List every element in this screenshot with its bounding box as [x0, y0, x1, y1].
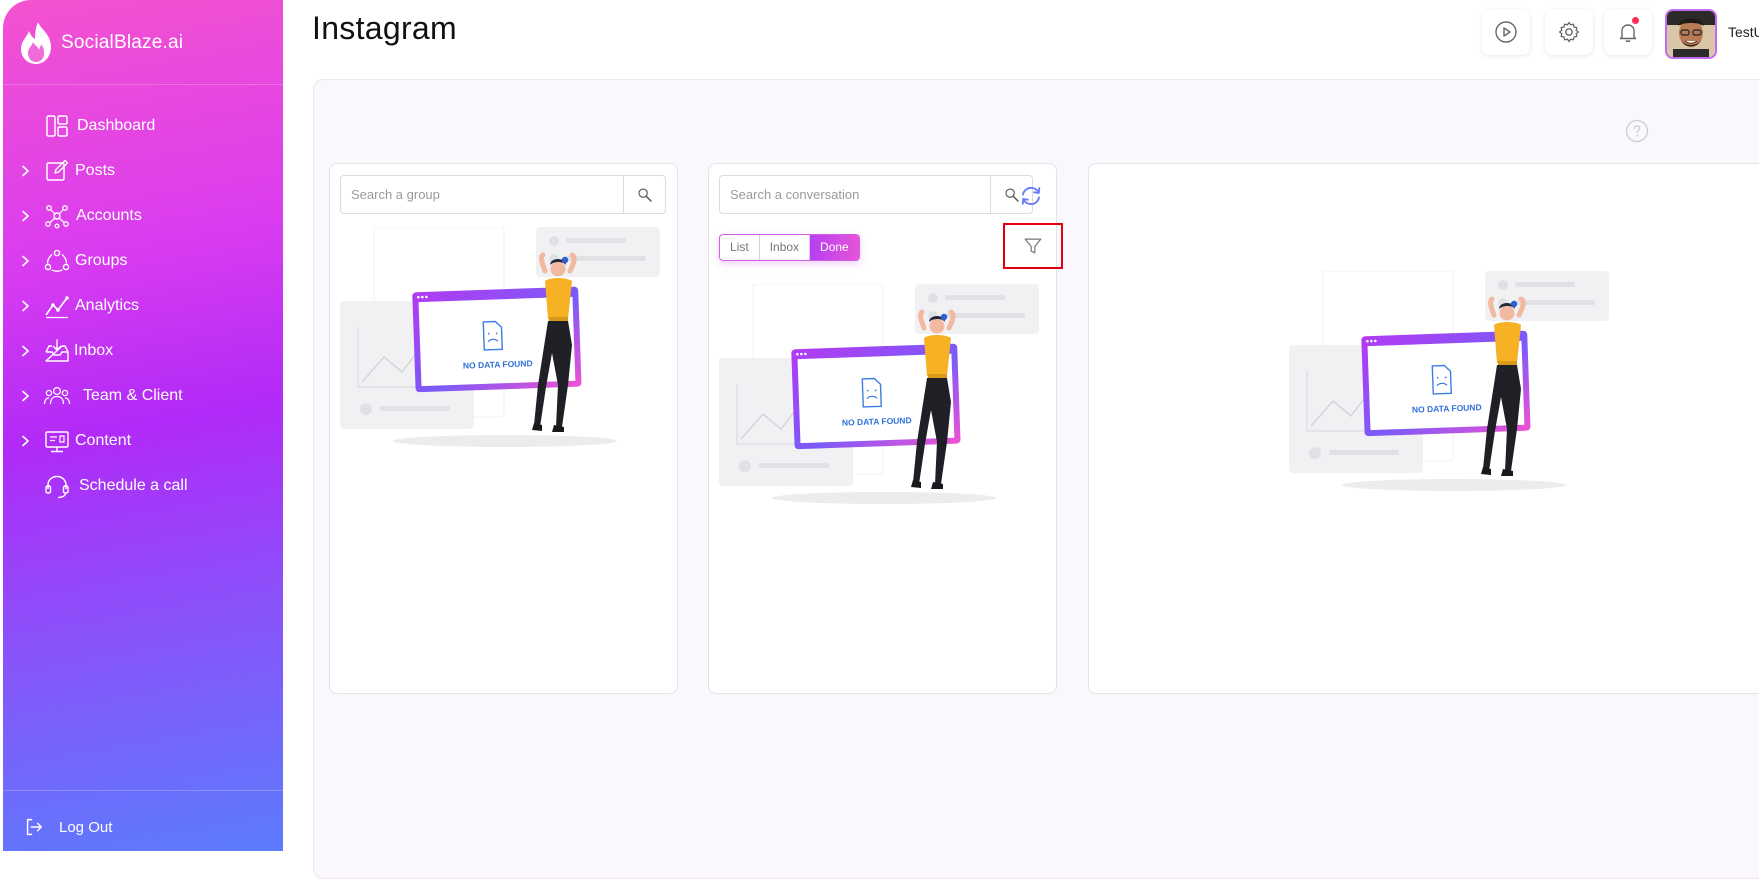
- empty-state-illustration: NO DATA FOUND: [719, 284, 1049, 524]
- sidebar-item-inbox[interactable]: Inbox: [3, 331, 283, 371]
- brand-logo[interactable]: SocialBlaze.ai: [17, 20, 183, 66]
- empty-state-illustration: NO DATA FOUND: [340, 227, 670, 467]
- help-icon[interactable]: [1625, 119, 1649, 143]
- chevron-right-icon: [21, 165, 33, 177]
- sidebar-item-label: Schedule a call: [79, 477, 188, 494]
- team-icon: [43, 383, 71, 409]
- notification-dot: [1632, 17, 1639, 24]
- divider: [3, 790, 283, 791]
- chevron-right-icon: [21, 345, 33, 357]
- group-search-input[interactable]: [341, 176, 623, 213]
- dashboard-icon: [43, 113, 71, 139]
- page-title: Instagram: [312, 10, 457, 46]
- refresh-icon[interactable]: [1018, 183, 1044, 209]
- brand-name: SocialBlaze.ai: [61, 32, 184, 53]
- notifications-button[interactable]: [1604, 9, 1652, 55]
- chevron-right-icon: [21, 300, 33, 312]
- sidebar-item-team-client[interactable]: Team & Client: [3, 376, 283, 416]
- group-search: [340, 175, 666, 214]
- logout-label: Log Out: [59, 818, 113, 836]
- sidebar-item-content[interactable]: Content: [3, 421, 283, 461]
- sidebar-item-schedule-a-call[interactable]: Schedule a call: [3, 466, 283, 506]
- tutorial-button[interactable]: [1482, 9, 1530, 55]
- conversation-search: [719, 175, 1033, 214]
- filter-icon: [1024, 238, 1042, 254]
- content-icon: [43, 428, 71, 454]
- sidebar-item-label: Content: [75, 432, 132, 449]
- conversation-tabs: List Inbox Done: [719, 234, 860, 261]
- user-name: TestU: [1728, 24, 1759, 40]
- posts-icon: [43, 158, 71, 184]
- logout-button[interactable]: Log Out: [23, 812, 112, 842]
- groups-panel: NO DATA FOUND: [329, 163, 678, 694]
- avatar[interactable]: [1665, 9, 1717, 59]
- sidebar-item-label: Posts: [75, 162, 116, 179]
- chevron-right-icon: [21, 390, 33, 402]
- no-data-illustration: NO DATA FOUND: [340, 227, 660, 447]
- no-data-illustration: NO DATA FOUND: [1289, 271, 1609, 491]
- sidebar-item-label: Dashboard: [77, 117, 156, 134]
- groups-icon: [43, 248, 71, 274]
- chevron-right-icon: [21, 435, 33, 447]
- sidebar: SocialBlaze.ai Dashboard Posts Accounts Gro…: [3, 0, 283, 851]
- accounts-icon: [43, 203, 71, 229]
- chevron-right-icon: [21, 210, 33, 222]
- sidebar-item-label: Analytics: [75, 297, 140, 314]
- sidebar-item-analytics[interactable]: Analytics: [3, 286, 283, 326]
- tab-inbox[interactable]: Inbox: [760, 235, 811, 260]
- play-icon: [1495, 21, 1517, 43]
- group-search-button[interactable]: [623, 176, 665, 213]
- sidebar-item-label: Team & Client: [83, 387, 183, 404]
- inbox-icon: [43, 338, 71, 364]
- analytics-icon: [43, 293, 71, 319]
- headset-icon: [43, 473, 71, 499]
- divider: [3, 84, 283, 85]
- settings-button[interactable]: [1545, 9, 1593, 55]
- sidebar-item-label: Groups: [75, 252, 128, 269]
- tab-list[interactable]: List: [720, 235, 760, 260]
- avatar-image: [1667, 11, 1715, 57]
- sidebar-item-dashboard[interactable]: Dashboard: [3, 106, 283, 146]
- sidebar-item-label: Accounts: [76, 207, 142, 224]
- empty-state-illustration: NO DATA FOUND: [1289, 271, 1619, 511]
- sidebar-item-accounts[interactable]: Accounts: [3, 196, 283, 236]
- tab-done[interactable]: Done: [810, 235, 859, 260]
- chevron-right-icon: [21, 255, 33, 267]
- sidebar-item-posts[interactable]: Posts: [3, 151, 283, 191]
- filter-button[interactable]: [1003, 223, 1063, 269]
- conversation-search-input[interactable]: [720, 176, 990, 213]
- search-icon: [637, 187, 652, 202]
- flame-logo-icon: [21, 22, 51, 64]
- gear-icon: [1558, 21, 1580, 43]
- logout-icon: [26, 818, 43, 836]
- no-data-illustration: NO DATA FOUND: [719, 284, 1039, 504]
- sidebar-item-groups[interactable]: Groups: [3, 241, 283, 281]
- sidebar-item-label: Inbox: [74, 342, 114, 359]
- conversation-detail-panel: NO DATA FOUND: [1088, 163, 1759, 694]
